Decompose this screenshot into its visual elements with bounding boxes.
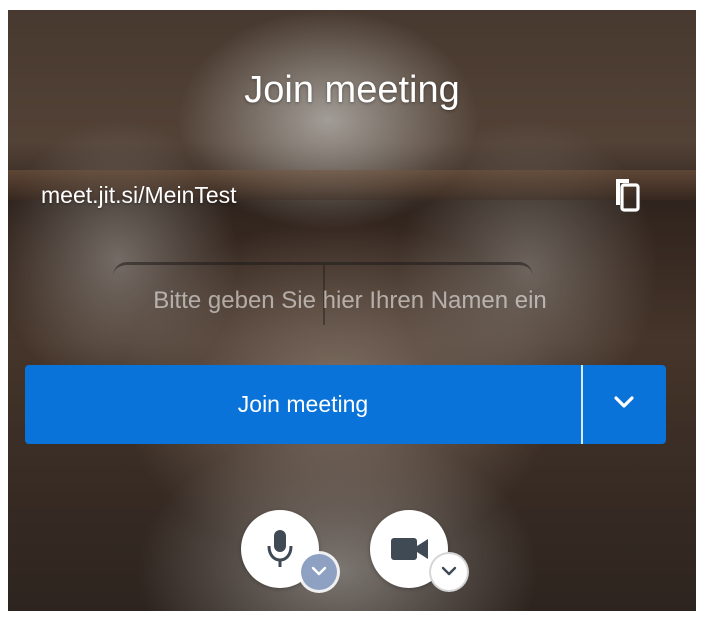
join-meeting-button-group: Join meeting (25, 365, 666, 444)
copy-icon[interactable] (610, 175, 644, 215)
microphone-options-button[interactable] (301, 554, 337, 590)
chevron-down-icon (311, 566, 327, 576)
chevron-down-icon (441, 566, 457, 576)
camera-options-button[interactable] (431, 554, 467, 590)
video-camera-icon (391, 538, 428, 560)
meeting-url-row: meet.jit.si/MeinTest (41, 175, 646, 215)
video-preview-background: Join meeting meet.jit.si/MeinTest Join m… (8, 10, 696, 611)
app-frame: Join meeting meet.jit.si/MeinTest Join m… (0, 0, 704, 621)
chevron-down-icon (614, 396, 634, 408)
page-title: Join meeting (244, 69, 460, 111)
join-meeting-button[interactable]: Join meeting (25, 365, 581, 444)
microphone-icon (267, 530, 293, 567)
display-name-input[interactable] (28, 278, 672, 324)
join-options-dropdown[interactable] (583, 365, 666, 444)
meeting-url: meet.jit.si/MeinTest (41, 182, 237, 208)
